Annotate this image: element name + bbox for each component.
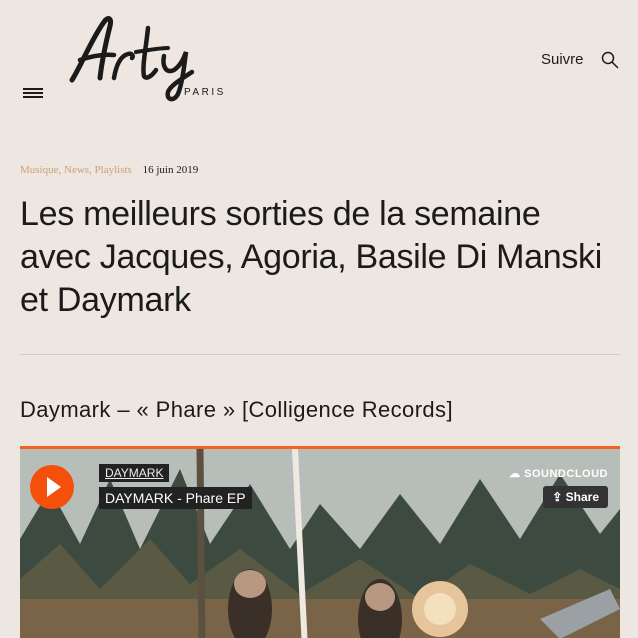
article-date: 16 juin 2019: [142, 164, 199, 176]
site-logo[interactable]: PARIS: [66, 8, 223, 104]
track-title-link[interactable]: DAYMARK - Phare EP: [99, 487, 252, 509]
share-label: Share: [565, 490, 599, 504]
follow-button[interactable]: Suivre: [541, 51, 584, 68]
artist-link[interactable]: DAYMARK: [99, 464, 170, 482]
soundcloud-embed[interactable]: DAYMARK DAYMARK - Phare EP ☁︎ SOUNDCLOUD…: [20, 446, 620, 638]
site-header: PARIS Suivre: [0, 0, 638, 120]
search-icon[interactable]: [601, 51, 619, 69]
logo-subtitle: PARIS: [184, 87, 226, 98]
article-categories[interactable]: Musique, News, Playlists: [20, 164, 132, 176]
soundcloud-cloud-icon: ☁︎: [509, 468, 521, 480]
hamburger-menu-icon[interactable]: [23, 88, 43, 100]
title-divider: [20, 354, 620, 355]
article-meta: Musique, News, Playlists 16 juin 2019: [20, 164, 198, 176]
article-title: Les meilleurs sorties de la semaine avec…: [20, 195, 602, 319]
share-button[interactable]: ⇪ Share: [543, 486, 608, 508]
play-button[interactable]: [30, 465, 74, 509]
section-subtitle: Daymark – « Phare » [Colligence Records]: [20, 397, 453, 422]
share-icon: ⇪: [552, 490, 563, 504]
soundcloud-brand-text: SOUNDCLOUD: [524, 468, 608, 480]
soundcloud-logo[interactable]: ☁︎ SOUNDCLOUD: [509, 467, 608, 480]
